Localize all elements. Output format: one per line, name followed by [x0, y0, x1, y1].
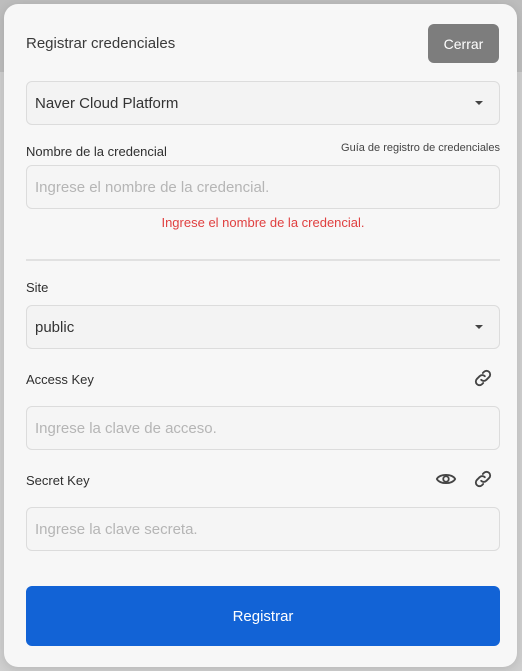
credential-name-label: Nombre de la credencial [26, 144, 167, 159]
eye-icon[interactable] [435, 468, 457, 490]
secret-key-input[interactable] [26, 507, 500, 551]
credential-name-input[interactable] [26, 165, 500, 209]
link-icon[interactable] [472, 367, 494, 389]
credential-name-error: Ingrese el nombre de la credencial. [161, 215, 365, 230]
secret-key-label: Secret Key [26, 473, 90, 488]
site-select-value: public [35, 319, 75, 336]
section-divider [26, 259, 500, 261]
credential-guide-link[interactable]: Guía de registro de credenciales [341, 142, 500, 154]
access-key-label: Access Key [26, 372, 94, 387]
chevron-down-icon [475, 101, 483, 105]
register-credentials-modal: Registrar credenciales Cerrar Naver Clou… [4, 4, 517, 667]
register-button[interactable]: Registrar [26, 586, 500, 646]
close-button[interactable]: Cerrar [428, 24, 499, 63]
provider-select[interactable]: Naver Cloud Platform [26, 81, 500, 125]
site-label: Site [26, 280, 49, 295]
link-icon[interactable] [472, 468, 494, 490]
site-select[interactable]: public [26, 305, 500, 349]
modal-title: Registrar credenciales [26, 35, 176, 52]
provider-select-value: Naver Cloud Platform [35, 95, 179, 112]
access-key-input[interactable] [26, 406, 500, 450]
chevron-down-icon [475, 325, 483, 329]
